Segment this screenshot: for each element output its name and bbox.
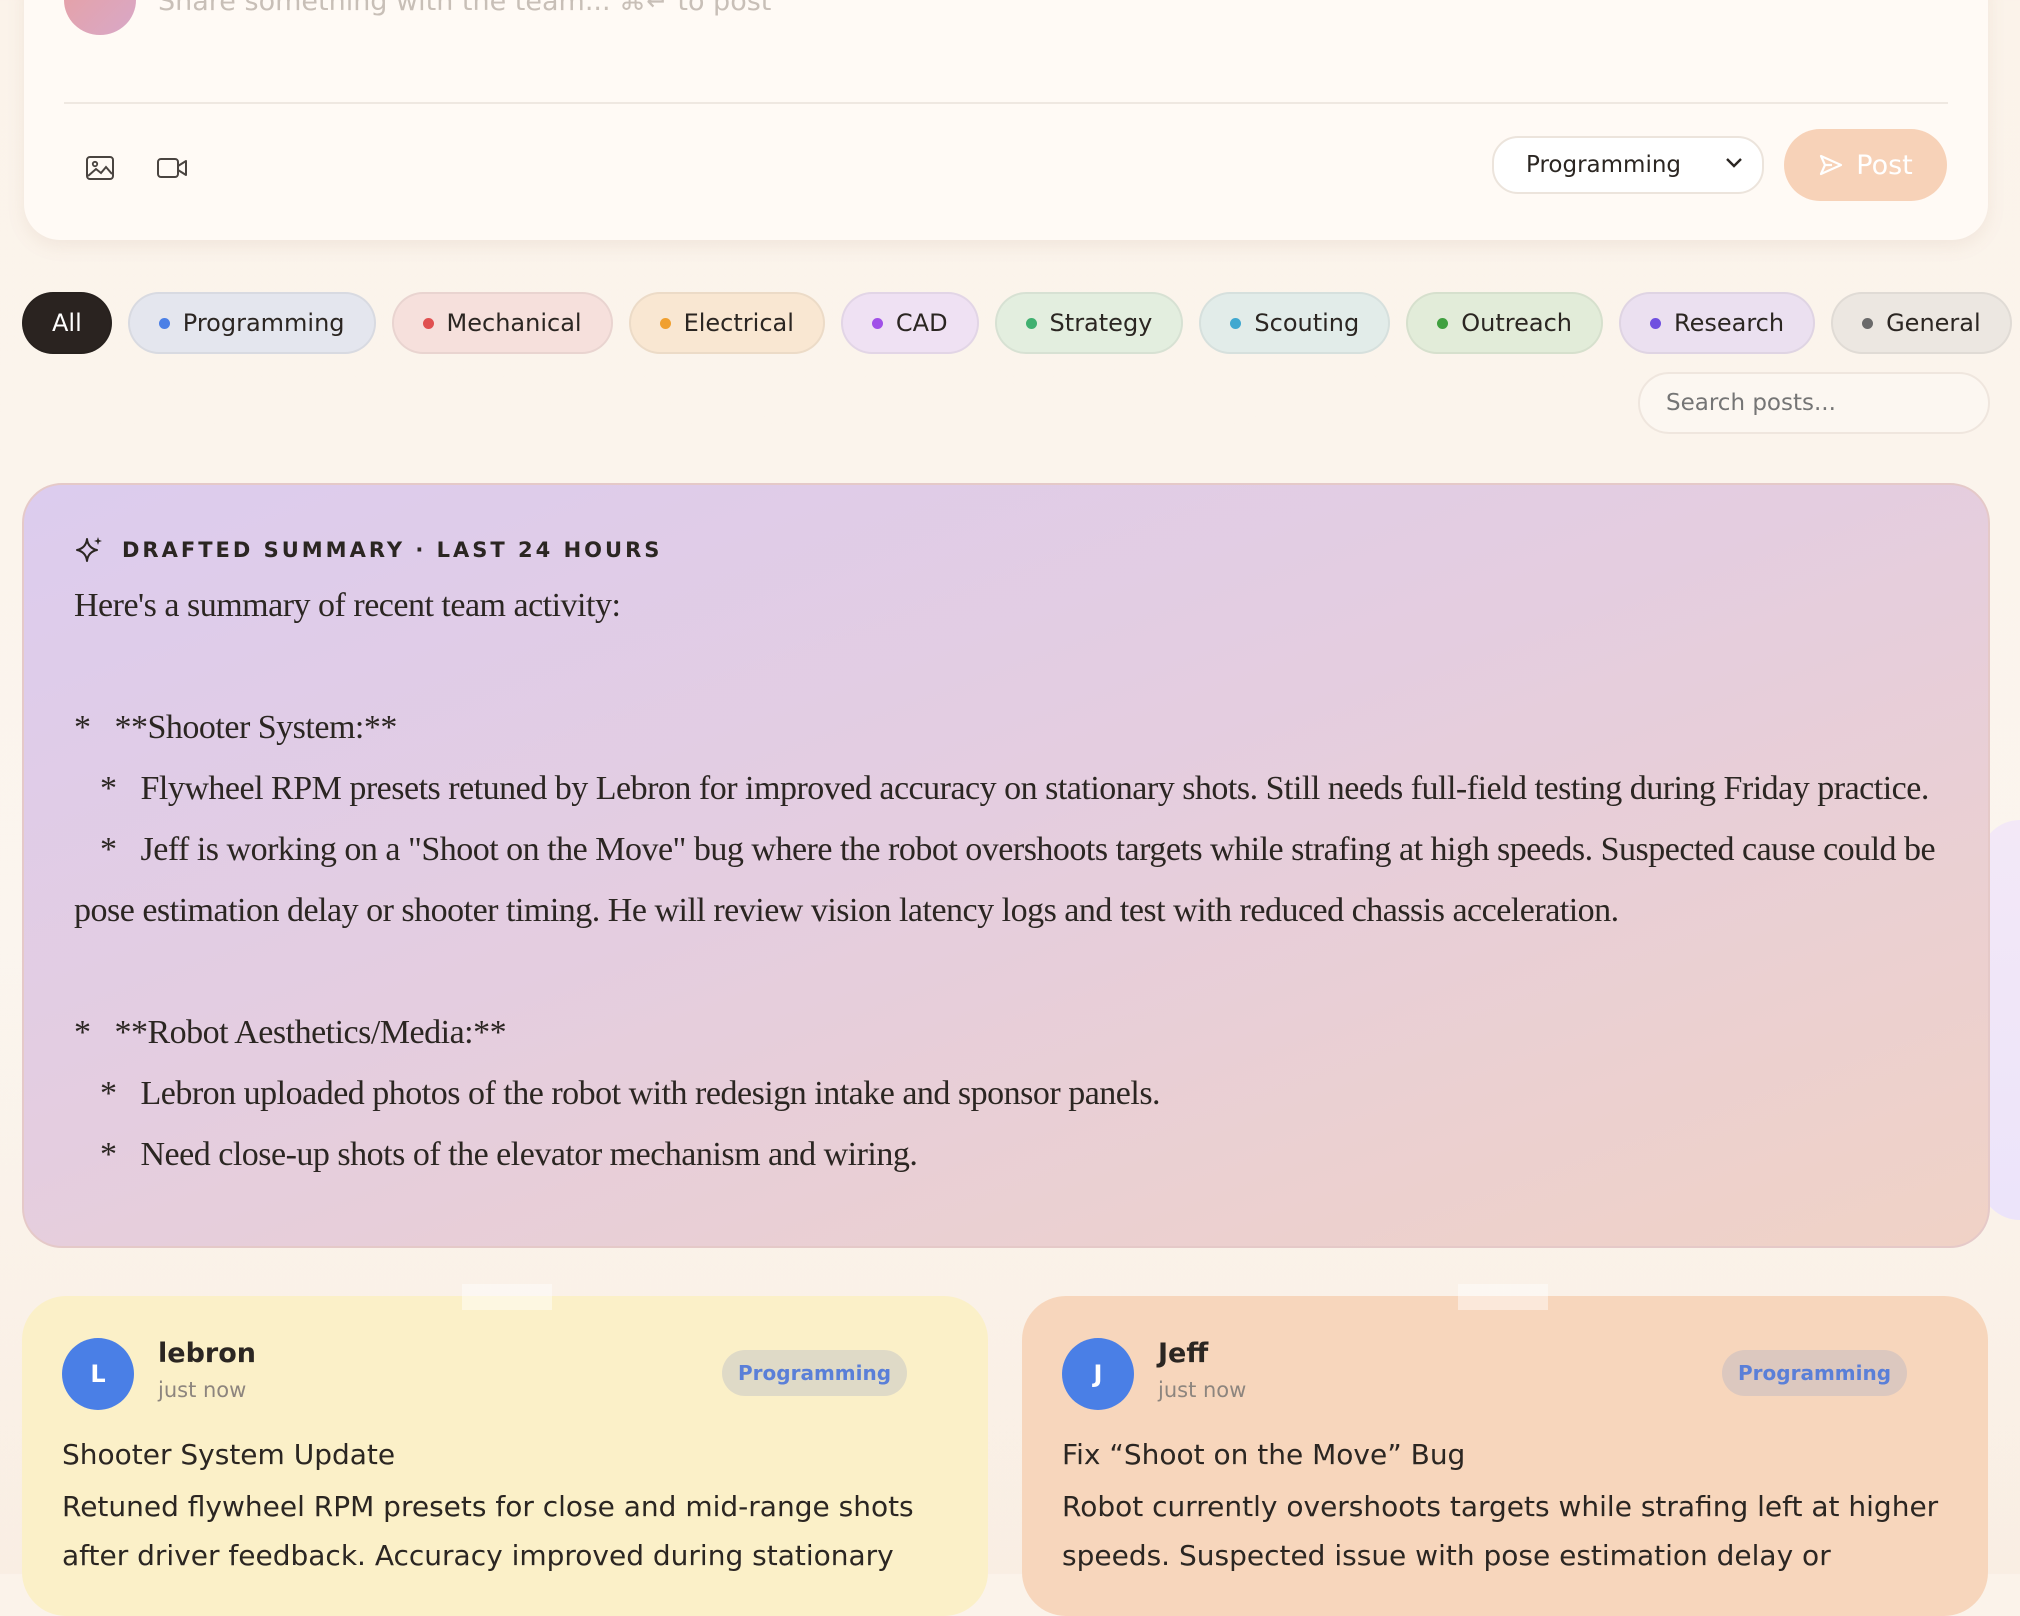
post-card[interactable]: J Jeff just now Programming Fix “Shoot o… bbox=[1022, 1284, 1988, 1616]
filter-chip-label: Programming bbox=[182, 309, 345, 337]
category-dot bbox=[422, 317, 434, 329]
summary-body: Here's a summary of recent team activity… bbox=[74, 575, 1948, 1185]
summary-section-title: * **Robot Aesthetics/Media:** bbox=[74, 1014, 507, 1051]
category-select[interactable]: Programming bbox=[1492, 136, 1764, 194]
avatar: L bbox=[62, 1338, 134, 1410]
category-badge: Programming bbox=[1722, 1350, 1908, 1396]
filter-chip-label: General bbox=[1886, 309, 1981, 337]
category-dot bbox=[1437, 317, 1449, 329]
category-select-value: Programming bbox=[1526, 152, 1682, 178]
category-dot bbox=[1230, 317, 1242, 329]
tape-decoration bbox=[462, 1284, 552, 1310]
post-author: Jeff bbox=[1158, 1338, 1209, 1369]
category-dot bbox=[659, 317, 671, 329]
avatar: L bbox=[64, 0, 136, 35]
filter-chip-programming[interactable]: Programming bbox=[127, 292, 376, 354]
filter-chip-mechanical[interactable]: Mechanical bbox=[391, 292, 613, 354]
category-filter-bar: All Programming Mechanical Electrical CA… bbox=[22, 292, 2012, 354]
filter-chip-cad[interactable]: CAD bbox=[840, 292, 979, 354]
send-icon bbox=[1820, 154, 1843, 176]
post-card[interactable]: L lebron just now Programming Shooter Sy… bbox=[22, 1284, 988, 1616]
summary-list-item: * Jeff is working on a "Shoot on the Mov… bbox=[74, 831, 1936, 929]
category-dot bbox=[1649, 317, 1661, 329]
filter-chip-label: Strategy bbox=[1049, 309, 1153, 337]
post-title: Fix “Shoot on the Move” Bug bbox=[1062, 1438, 1466, 1471]
search-input[interactable] bbox=[1638, 372, 1990, 434]
filter-chip-label: Outreach bbox=[1461, 309, 1572, 337]
category-dot bbox=[158, 317, 170, 329]
filter-chip-all[interactable]: All bbox=[22, 292, 112, 354]
filter-chip-label: All bbox=[52, 309, 82, 337]
post-author: lebron bbox=[158, 1338, 256, 1369]
filter-chip-label: Electrical bbox=[683, 309, 794, 337]
filter-chip-general[interactable]: General bbox=[1831, 292, 2012, 354]
category-dot bbox=[871, 317, 883, 329]
filter-chip-research[interactable]: Research bbox=[1618, 292, 1816, 354]
category-dot bbox=[1862, 317, 1874, 329]
filter-chip-label: Mechanical bbox=[446, 309, 582, 337]
avatar-initial: L bbox=[90, 1360, 106, 1388]
chevron-down-icon bbox=[1726, 158, 1742, 168]
filter-chip-label: Research bbox=[1673, 309, 1785, 337]
post-body: Robot currently overshoots targets while… bbox=[1062, 1490, 1939, 1572]
summary-list-item: * Lebron uploaded photos of the robot wi… bbox=[100, 1075, 1161, 1112]
filter-chip-strategy[interactable]: Strategy bbox=[994, 292, 1184, 354]
avatar-initial: J bbox=[1093, 1360, 1103, 1388]
filter-chip-label: Scouting bbox=[1254, 309, 1360, 337]
filter-chip-label: CAD bbox=[895, 309, 948, 337]
summary-heading: DRAFTED SUMMARY · LAST 24 HOURS bbox=[74, 535, 662, 565]
post-timestamp: just now bbox=[158, 1378, 247, 1402]
summary-list-item: * Need close-up shots of the elevator me… bbox=[100, 1136, 918, 1173]
summary-list-item: * Flywheel RPM presets retuned by Lebron… bbox=[100, 770, 1929, 807]
post-timestamp: just now bbox=[1158, 1378, 1247, 1402]
add-video-button[interactable] bbox=[150, 146, 194, 190]
category-badge: Programming bbox=[722, 1350, 908, 1396]
summary-intro: Here's a summary of recent team activity… bbox=[74, 587, 621, 624]
post-composer: L Share something with the team... ⌘↵ to… bbox=[24, 0, 1988, 240]
tape-decoration bbox=[1458, 1284, 1548, 1310]
drafted-summary-card: DRAFTED SUMMARY · LAST 24 HOURS Here's a… bbox=[22, 483, 1990, 1248]
filter-chip-electrical[interactable]: Electrical bbox=[628, 292, 825, 354]
image-icon bbox=[86, 156, 114, 180]
post-body: Retuned flywheel RPM presets for close a… bbox=[62, 1490, 914, 1572]
add-image-button[interactable] bbox=[78, 146, 122, 190]
post-button-label: Post bbox=[1856, 149, 1913, 181]
filter-chip-scouting[interactable]: Scouting bbox=[1199, 292, 1391, 354]
avatar: J bbox=[1062, 1338, 1134, 1410]
composer-input[interactable]: Share something with the team... ⌘↵ to p… bbox=[158, 0, 771, 17]
summary-section-title: * **Shooter System:** bbox=[74, 709, 397, 746]
category-dot bbox=[1025, 317, 1037, 329]
divider bbox=[64, 102, 1948, 104]
summary-heading-text: DRAFTED SUMMARY · LAST 24 HOURS bbox=[122, 538, 663, 562]
post-title: Shooter System Update bbox=[62, 1438, 396, 1471]
video-icon bbox=[157, 158, 187, 178]
filter-chip-outreach[interactable]: Outreach bbox=[1406, 292, 1603, 354]
post-button[interactable]: Post bbox=[1784, 129, 1947, 201]
sparkle-icon bbox=[76, 537, 102, 562]
